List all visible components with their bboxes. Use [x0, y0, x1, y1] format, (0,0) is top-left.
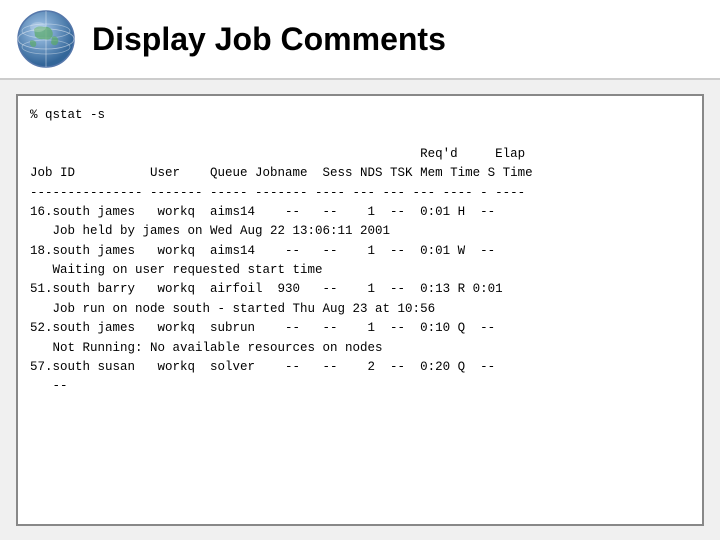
globe-icon [16, 9, 76, 69]
page-title: Display Job Comments [92, 21, 446, 58]
header: Display Job Comments [0, 0, 720, 80]
content-area: % qstat -s Req'd Elap Job ID User Queue … [0, 80, 720, 540]
terminal-output: % qstat -s Req'd Elap Job ID User Queue … [16, 94, 704, 526]
